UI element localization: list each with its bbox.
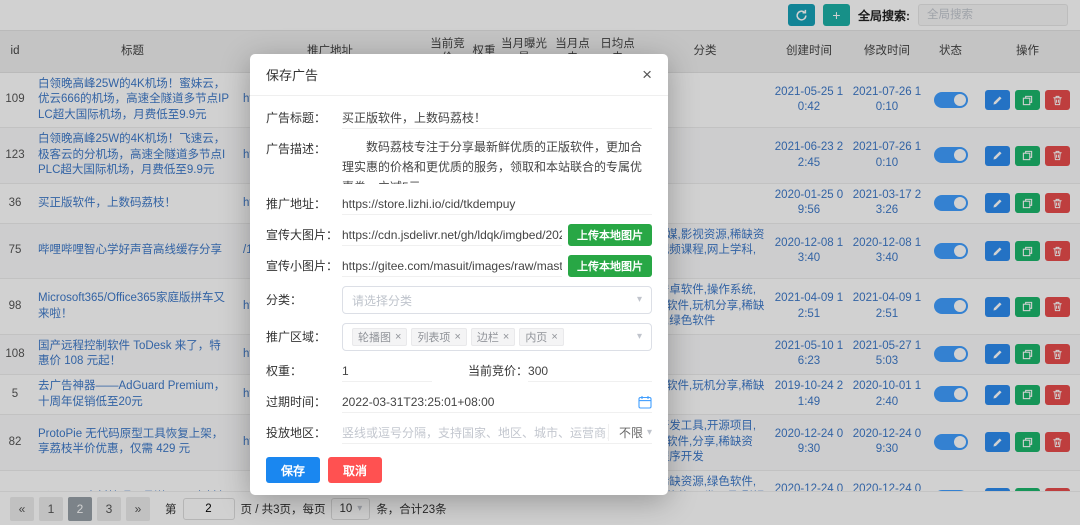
big-image-label: 宣传大图片： [266,224,342,246]
region-tag: 列表项 × [411,328,466,346]
tag-remove-icon[interactable]: × [454,331,460,343]
category-label: 分类： [266,289,342,311]
area-field: 不限 ▾ [342,422,652,444]
region-tag-label: 边栏 [477,329,499,345]
area-label: 投放地区： [266,422,342,444]
save-button[interactable]: 保存 [266,457,320,483]
area-row: 投放地区： 不限 ▾ [266,422,652,444]
area-unlimited-label: 不限 [619,424,643,441]
modal-actions: 保存 取消 [266,457,652,483]
tag-remove-icon[interactable]: × [503,331,509,343]
region-tag-label: 轮播图 [358,329,391,345]
category-row: 分类： 请选择分类 ▾ [266,286,652,314]
caret-down-icon: ▾ [637,332,642,342]
region-tag: 内页 × [519,328,563,346]
ad-title-input[interactable] [342,108,652,129]
region-tag-label: 内页 [525,329,547,345]
save-ad-modal: 保存广告 × 广告标题： 广告描述： 数码荔枝专注于分享最新鲜优质的正版软件，更… [250,54,668,495]
big-image-url-input[interactable] [342,225,562,246]
small-image-row: 宣传小图片： 上传本地图片 [266,255,652,277]
weight-input[interactable] [342,361,432,382]
ad-desc-label: 广告描述： [266,138,342,160]
small-image-label: 宣传小图片： [266,255,342,277]
ad-title-row: 广告标题： [266,107,652,129]
modal-body: 广告标题： 广告描述： 数码荔枝专注于分享最新鲜优质的正版软件，更加合理实惠的价… [250,96,668,483]
current-bid-label: 当前竞价： [468,360,528,382]
region-tag: 边栏 × [471,328,515,346]
cancel-button[interactable]: 取消 [328,457,382,483]
modal-header: 保存广告 × [250,54,668,96]
promo-url-input[interactable] [342,194,652,215]
calendar-icon[interactable] [638,395,652,409]
small-image-url-input[interactable] [342,256,562,277]
modal-title: 保存广告 [266,65,318,84]
promo-url-row: 推广地址： [266,193,652,215]
expire-label: 过期时间： [266,391,342,413]
region-label: 推广区域： [266,326,342,348]
region-row: 推广区域： 轮播图 × 列表项 × [266,323,652,351]
upload-big-image-button[interactable]: 上传本地图片 [568,224,652,246]
caret-down-icon: ▾ [637,295,642,305]
area-input[interactable] [342,422,608,443]
promo-url-label: 推广地址： [266,193,342,215]
region-select[interactable]: 轮播图 × 列表项 × 边栏 × [342,323,652,351]
current-bid-input[interactable] [528,361,652,382]
ad-desc-textarea[interactable]: 数码荔枝专注于分享最新鲜优质的正版软件，更加合理实惠的价格和更优质的服务，领取和… [342,138,652,184]
expire-time-input[interactable] [342,391,638,412]
weight-bid-row: 权重： 当前竞价： [266,360,652,382]
region-tag: 轮播图 × [352,328,407,346]
upload-small-image-button[interactable]: 上传本地图片 [568,255,652,277]
expire-row: 过期时间： [266,391,652,413]
region-tags: 轮播图 × 列表项 × 边栏 × [352,328,564,346]
ad-title-label: 广告标题： [266,107,342,129]
weight-label: 权重： [266,360,342,382]
tag-remove-icon[interactable]: × [551,331,557,343]
region-tag-label: 列表项 [417,329,450,345]
ad-desc-row: 广告描述： 数码荔枝专注于分享最新鲜优质的正版软件，更加合理实惠的价格和更优质的… [266,138,652,184]
expire-field [342,391,652,413]
big-image-row: 宣传大图片： 上传本地图片 [266,224,652,246]
category-placeholder: 请选择分类 [352,292,412,309]
category-select[interactable]: 请选择分类 ▾ [342,286,652,314]
tag-remove-icon[interactable]: × [395,331,401,343]
caret-down-icon: ▾ [647,428,652,438]
area-unlimited-select[interactable]: 不限 ▾ [608,424,652,441]
close-icon[interactable]: × [642,66,652,83]
